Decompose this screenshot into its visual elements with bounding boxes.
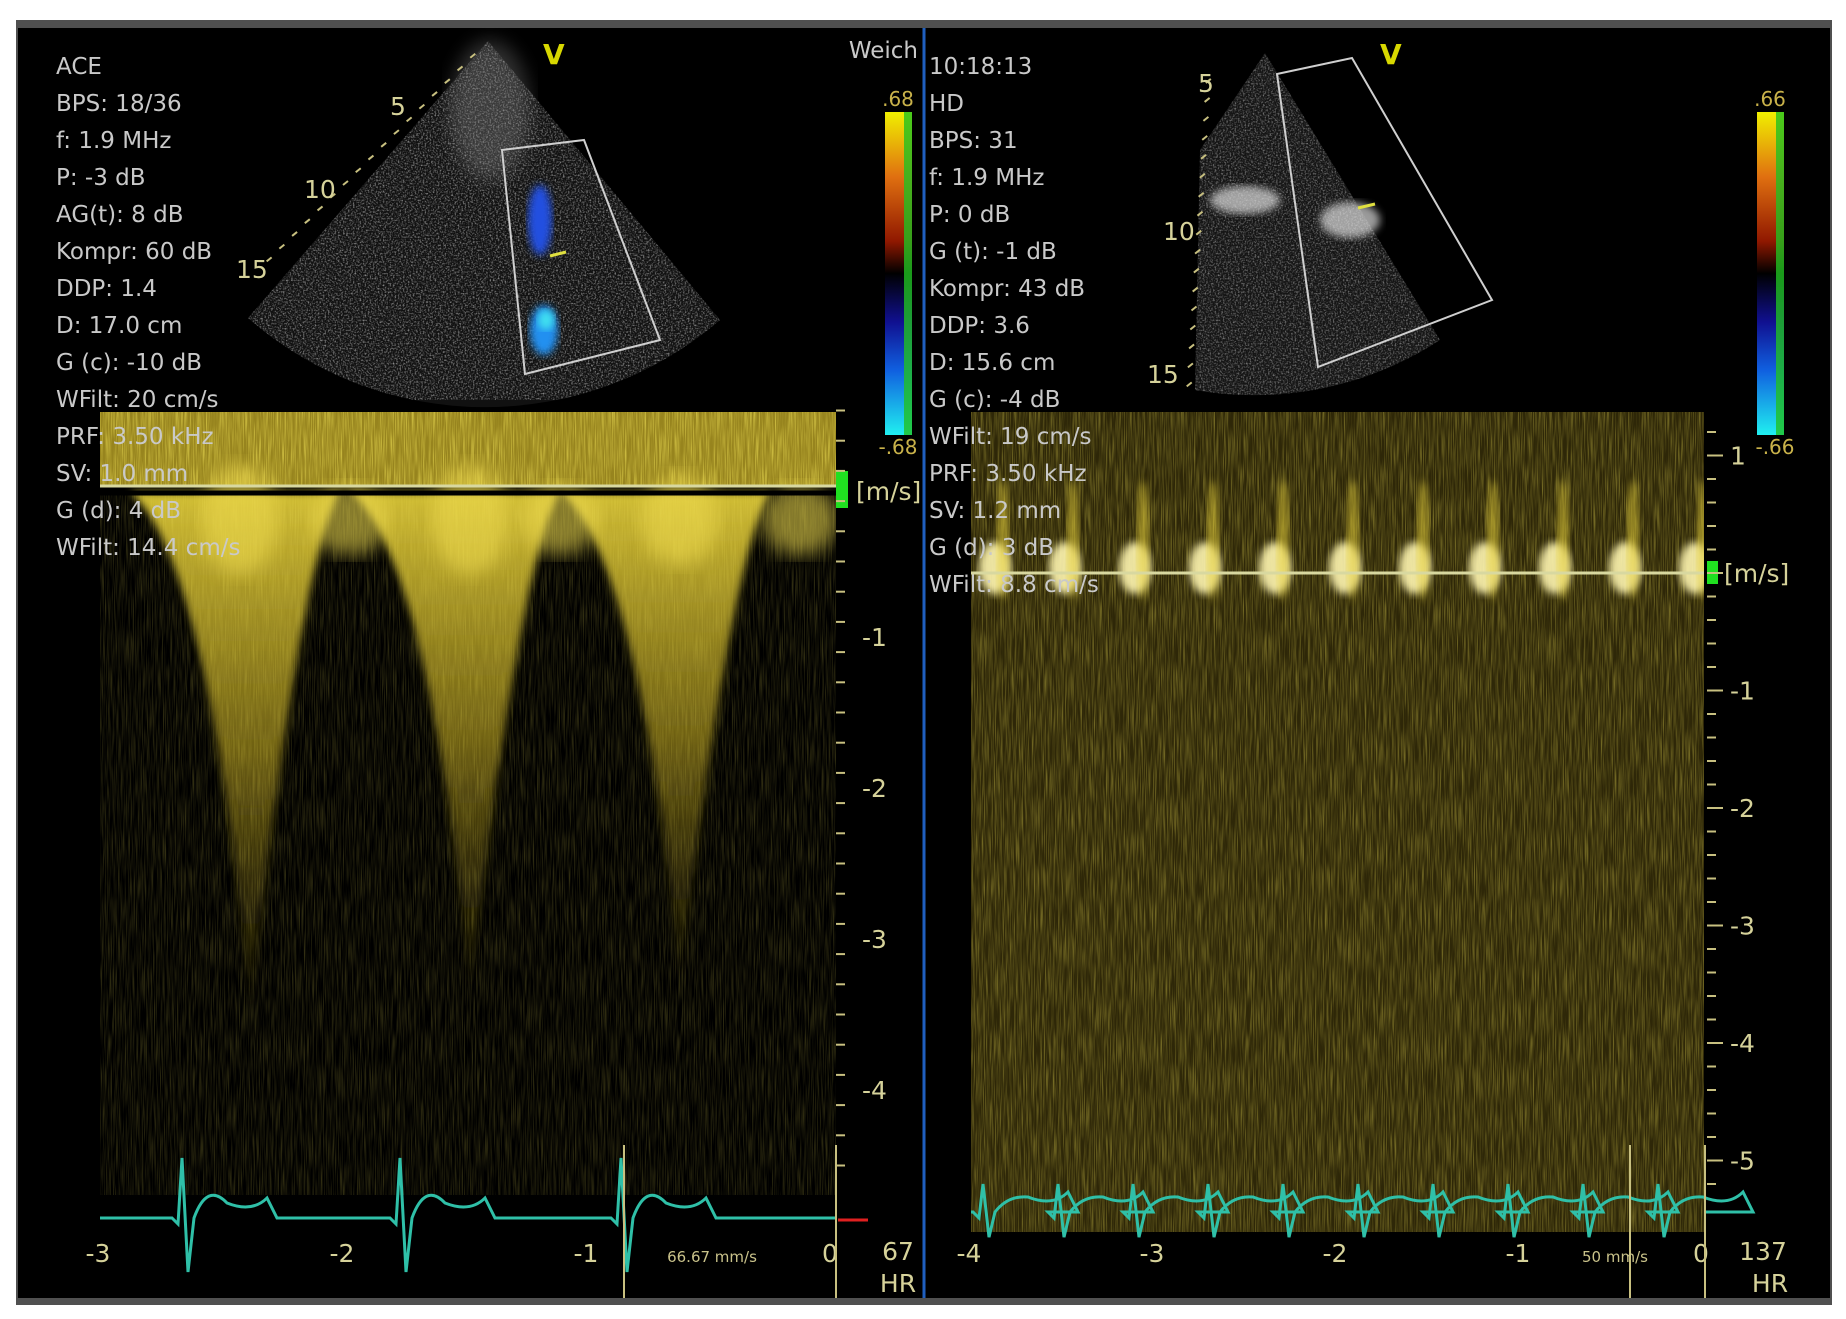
velocity-tick-label: -2 xyxy=(862,774,887,803)
left-depth-label-15: 15 xyxy=(236,255,268,284)
left-sweep-speed: 66.67 mm/s xyxy=(667,1248,757,1266)
time-tick-label: -1 xyxy=(1506,1239,1531,1268)
left-param-line: f: 1.9 MHz xyxy=(56,128,171,154)
time-tick-label: -1 xyxy=(574,1239,599,1268)
left-param-line: DDP: 1.4 xyxy=(56,276,157,302)
right-param-line: SV: 1.2 mm xyxy=(929,498,1061,524)
right-param-line: f: 1.9 MHz xyxy=(929,165,1044,191)
left-param-line: P: -3 dB xyxy=(56,165,146,191)
left-param-line: PRF: 3.50 kHz xyxy=(56,424,214,450)
right-param-line: PRF: 3.50 kHz xyxy=(929,461,1087,487)
right-param-line: BPS: 31 xyxy=(929,128,1018,154)
left-param-line: G (c): -10 dB xyxy=(56,350,202,376)
right-depth-label-5: 5 xyxy=(1198,69,1214,98)
right-param-line: WFilt: 19 cm/s xyxy=(929,424,1092,450)
left-depth-label-5: 5 xyxy=(390,92,406,121)
ultrasound-display: 5 10 15 V Weich .68 -.68 [m/s] -1-2-3-4 … xyxy=(0,0,1846,1319)
left-velocity-unit: [m/s] xyxy=(856,477,921,506)
left-heart-rate-label: HR xyxy=(880,1269,916,1298)
right-heart-rate-label: HR xyxy=(1752,1269,1788,1298)
right-param-line: 10:18:13 xyxy=(929,54,1032,80)
right-param-line: P: 0 dB xyxy=(929,202,1010,228)
time-tick-label: -2 xyxy=(330,1239,355,1268)
velocity-tick-label: -1 xyxy=(1730,677,1755,706)
left-param-line: WFilt: 20 cm/s xyxy=(56,387,219,413)
left-param-line: BPS: 18/36 xyxy=(56,91,182,117)
right-param-line: Kompr: 43 dB xyxy=(929,276,1085,302)
right-sweep-speed: 50 mm/s xyxy=(1582,1248,1648,1266)
right-param-line: DDP: 3.6 xyxy=(929,313,1030,339)
velocity-tick-label: -3 xyxy=(1730,912,1755,941)
velocity-tick-label: -1 xyxy=(862,623,887,652)
right-velocity-unit: [m/s] xyxy=(1724,559,1789,588)
left-param-line: D: 17.0 cm xyxy=(56,313,182,339)
velocity-tick-label: -3 xyxy=(862,925,887,954)
right-param-line: G (t): -1 dB xyxy=(929,239,1057,265)
right-depth-label-15: 15 xyxy=(1147,360,1179,389)
right-heart-rate-value: 137 xyxy=(1739,1237,1787,1266)
left-preset-label: Weich xyxy=(849,38,918,64)
right-colorbar-min: -.66 xyxy=(1755,435,1794,459)
velocity-tick-label: -4 xyxy=(862,1076,887,1105)
right-colorbar-max: .66 xyxy=(1754,87,1786,111)
time-tick-label: -3 xyxy=(86,1239,111,1268)
right-param-line: WFilt: 8.8 cm/s xyxy=(929,572,1099,598)
left-param-line: SV: 1.0 mm xyxy=(56,461,188,487)
left-colorbar-min: -.68 xyxy=(878,435,917,459)
left-param-line: Kompr: 60 dB xyxy=(56,239,212,265)
right-doppler-spectrum xyxy=(971,412,1704,1232)
right-param-line: G (d): 3 dB xyxy=(929,535,1054,561)
time-tick-label: -3 xyxy=(1140,1239,1165,1268)
left-param-line: WFilt: 14.4 cm/s xyxy=(56,535,240,561)
time-tick-label: 0 xyxy=(1693,1239,1709,1268)
left-depth-label-10: 10 xyxy=(304,175,336,204)
right-param-line: HD xyxy=(929,91,964,117)
right-depth-label-10: 10 xyxy=(1163,217,1195,246)
left-baseline-handle[interactable] xyxy=(836,471,848,508)
velocity-tick-label: -4 xyxy=(1730,1029,1755,1058)
left-heart-rate-value: 67 xyxy=(882,1237,914,1266)
right-param-line: D: 15.6 cm xyxy=(929,350,1055,376)
velocity-tick-label: -5 xyxy=(1730,1147,1755,1176)
color-flow-blue xyxy=(528,185,552,255)
left-param-line: AG(t): 8 dB xyxy=(56,202,184,228)
left-param-line: ACE xyxy=(56,54,102,80)
time-tick-label: -4 xyxy=(957,1239,982,1268)
left-param-line: G (d): 4 dB xyxy=(56,498,181,524)
right-param-line: G (c): -4 dB xyxy=(929,387,1060,413)
time-tick-label: -2 xyxy=(1323,1239,1348,1268)
velocity-tick-label: -2 xyxy=(1730,794,1755,823)
left-orientation-marker: V xyxy=(543,38,565,71)
left-colorbar-max: .68 xyxy=(882,87,914,111)
velocity-tick-label: 1 xyxy=(1730,442,1746,471)
right-orientation-marker: V xyxy=(1380,38,1402,71)
